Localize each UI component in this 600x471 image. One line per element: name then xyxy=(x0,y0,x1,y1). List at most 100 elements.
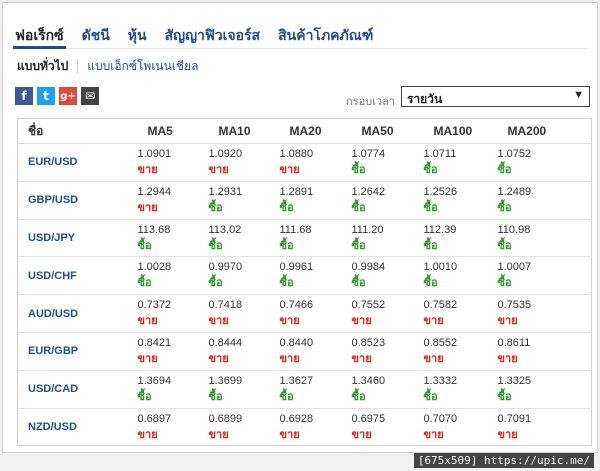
ma-value: 0.8444 xyxy=(208,336,243,349)
google-plus-icon[interactable]: g+ xyxy=(59,87,77,105)
facebook-icon[interactable]: f xyxy=(15,87,33,105)
sell-signal: ขาย xyxy=(497,352,518,365)
column-header-ma20: MA20 xyxy=(279,118,352,144)
ma-value: 1.2489 xyxy=(497,185,532,198)
ma-cell: 1.2891 ซื้อ xyxy=(279,181,352,220)
ma-cell: 0.7070 ขาย xyxy=(424,408,498,446)
chevron-down-icon: ▼ xyxy=(573,89,584,101)
ma-cell: 1.2642 ซื้อ xyxy=(351,181,424,220)
timeframe-label: กรอบเวลา xyxy=(346,96,396,108)
ma-value: 0.7535 xyxy=(497,299,532,312)
sell-signal: ขาย xyxy=(137,201,158,214)
ma-value: 0.9984 xyxy=(351,261,386,274)
ma-value: 1.0711 xyxy=(423,148,457,160)
table-row: EUR/USD 1.0901 ขาย 1.0920 ขาย 1.0880 ขาย 1.0774… xyxy=(17,143,592,182)
ma-value: 1.0007 xyxy=(497,261,532,274)
currency-pair-link[interactable]: EUR/GBP xyxy=(17,332,138,371)
currency-pair-link[interactable]: GBP/USD xyxy=(17,181,138,220)
column-header-ma200: MA200 xyxy=(497,118,592,144)
ma-value: 1.0774 xyxy=(351,148,386,160)
currency-pair-link[interactable]: USD/CHF xyxy=(17,256,138,296)
column-header-ma100: MA100 xyxy=(423,118,498,144)
ma-type-tabs: แบบทั่วไป แบบเอ็กซ์โพเนนเชียล xyxy=(17,57,198,75)
sell-signal: ขาย xyxy=(351,352,372,365)
ma-cell: 1.0007 ซื้อ xyxy=(497,256,592,296)
column-header-ma50: MA50 xyxy=(351,118,424,144)
ma-cell: 0.8523 ขาย xyxy=(351,332,424,371)
ma-cell: 1.2526 ซื้อ xyxy=(423,181,498,220)
twitter-icon[interactable]: t xyxy=(37,87,55,105)
ma-value: 1.0752 xyxy=(497,148,532,160)
ma-cell: 0.7372 ขาย xyxy=(137,294,209,333)
ma-value: 110.98 xyxy=(497,223,531,236)
ma-value: 112.39 xyxy=(423,223,457,236)
sell-signal: ขาย xyxy=(137,428,158,441)
ma-value: 0.6897 xyxy=(137,412,172,425)
currency-pair-link[interactable]: AUD/USD xyxy=(17,294,138,333)
buy-signal: ซื้อ xyxy=(279,390,294,403)
currency-pair-link[interactable]: NZD/USD xyxy=(18,408,138,446)
sell-signal: ขาย xyxy=(208,164,229,176)
ma-cell: 0.8421 ขาย xyxy=(137,332,209,371)
ma-value: 0.7582 xyxy=(423,299,458,312)
ma-cell: 1.3325 ซื้อ xyxy=(497,370,592,409)
sell-signal: ขาย xyxy=(208,428,229,441)
sell-signal: ขาย xyxy=(279,428,300,441)
ma-cell: 1.3627 ซื้อ xyxy=(279,370,352,409)
ma-value: 1.0920 xyxy=(208,148,243,160)
sell-signal: ขาย xyxy=(423,352,444,365)
ma-value: 0.8611 xyxy=(497,336,531,349)
sell-signal: ขาย xyxy=(137,315,158,328)
subtab-simple[interactable]: แบบทั่วไป xyxy=(17,57,68,76)
ma-value: 1.0028 xyxy=(137,261,172,274)
ma-value: 1.0901 xyxy=(137,148,172,160)
currency-pair-link[interactable]: USD/JPY xyxy=(17,219,138,258)
ma-cell: 113.68 ซื้อ xyxy=(137,219,209,258)
table-row: AUD/USD 0.7372 ขาย 0.7418 ขาย 0.7466 ขาย 0.7552… xyxy=(17,294,592,333)
tab-indices[interactable]: ดัชนี xyxy=(80,17,112,49)
buy-signal: ซื้อ xyxy=(208,390,223,403)
ma-value: 1.0880 xyxy=(279,148,314,160)
tab-forex[interactable]: ฟอเร็กซ์ xyxy=(13,17,66,49)
buy-signal: ซื้อ xyxy=(208,201,223,214)
ma-value: 1.0010 xyxy=(423,261,458,274)
buy-signal: ซื้อ xyxy=(351,277,366,290)
table-header-row: ชื่อ MA5 MA10 MA20 MA50 MA100 MA200 xyxy=(17,118,592,144)
ma-cell: 1.3460 ซื้อ xyxy=(351,370,424,409)
buy-signal: ซื้อ xyxy=(423,390,438,403)
timeframe-select[interactable]: รายวัน ▼ xyxy=(401,86,590,107)
ma-cell: 0.9961 ซื้อ xyxy=(279,256,352,296)
sell-signal: ขาย xyxy=(279,164,300,176)
ma-value: 0.6928 xyxy=(279,412,314,425)
table-row: USD/CAD 1.3694 ซื้อ 1.3699 ซื้อ 1.3627 ซื้อ 1.3… xyxy=(17,370,592,409)
sell-signal: ขาย xyxy=(351,428,372,441)
ma-cell: 0.7582 ขาย xyxy=(423,294,498,333)
tab-stocks[interactable]: หุ้น xyxy=(126,17,149,49)
currency-pair-link[interactable]: EUR/USD xyxy=(17,143,138,182)
ma-cell: 1.0880 ขาย xyxy=(279,143,352,182)
table-row: USD/CHF 1.0028 ซื้อ 0.9970 ซื้อ 0.9961 ซื้อ 0.9… xyxy=(17,256,592,296)
tab-futures[interactable]: สัญญาฟิวเจอร์ส xyxy=(163,17,263,49)
column-header-name: ชื่อ xyxy=(17,118,138,144)
ma-cell: 113.02 ซื้อ xyxy=(208,219,280,258)
ma-value: 113.68 xyxy=(137,223,171,236)
ma-cell: 0.9984 ซื้อ xyxy=(351,256,424,296)
tab-commodities[interactable]: สินค้าโภคภัณฑ์ xyxy=(276,17,375,49)
ma-value: 0.8552 xyxy=(423,336,458,349)
ma-value: 0.8421 xyxy=(137,336,172,349)
currency-pair-link[interactable]: USD/CAD xyxy=(17,370,138,409)
ma-value: 1.3460 xyxy=(351,374,386,387)
buy-signal: ซื้อ xyxy=(279,201,294,214)
ma-value: 1.3627 xyxy=(279,374,314,387)
subtab-exponential[interactable]: แบบเอ็กซ์โพเนนเชียล xyxy=(87,57,198,76)
ma-cell: 0.7091 ขาย xyxy=(498,408,592,446)
timeframe-value: รายวัน xyxy=(407,92,443,106)
ma-cell: 0.7552 ขาย xyxy=(351,294,424,333)
ma-cell: 1.2944 ขาย xyxy=(137,181,209,220)
table-row: GBP/USD 1.2944 ขาย 1.2931 ซื้อ 1.2891 ซื้อ 1.26… xyxy=(17,181,592,220)
ma-value: 1.3699 xyxy=(208,374,243,387)
ma-value: 1.3694 xyxy=(137,374,172,387)
ma-value: 0.7091 xyxy=(497,412,532,425)
email-icon[interactable]: ✉ xyxy=(81,87,99,105)
sell-signal: ขาย xyxy=(423,428,444,441)
